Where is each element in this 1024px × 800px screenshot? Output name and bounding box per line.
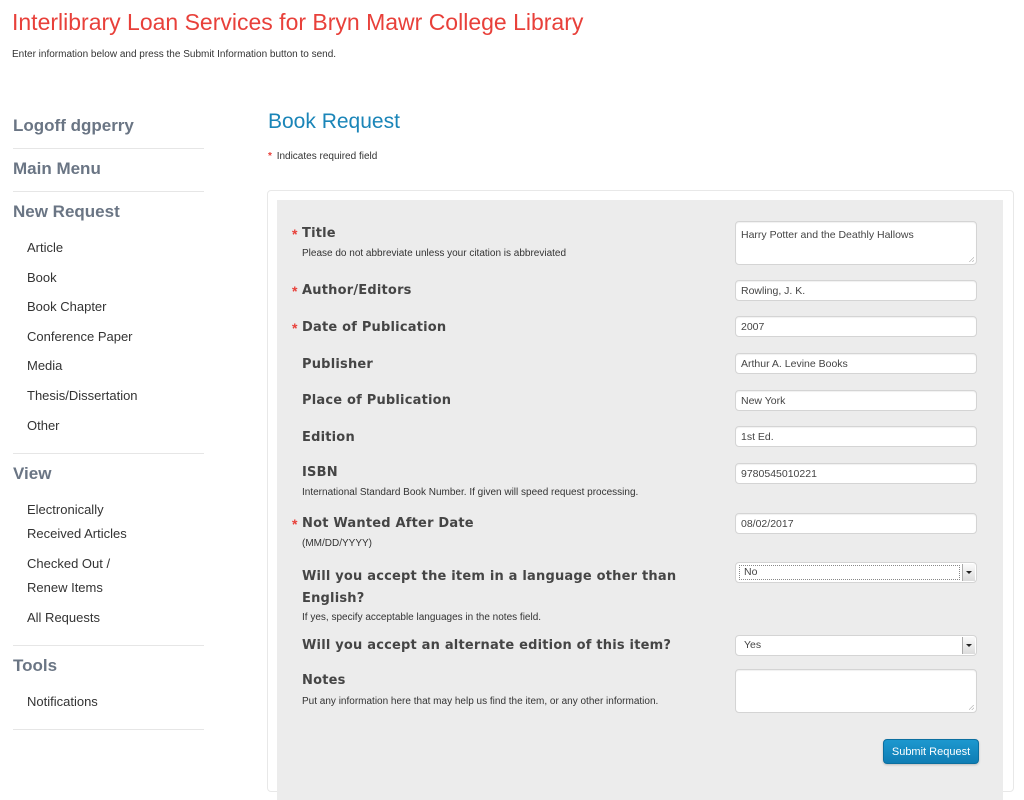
sidebar-item-label: Electronically <box>27 501 104 517</box>
sidebar-item-media[interactable]: Media <box>13 357 204 387</box>
required-star: * <box>292 226 298 242</box>
isbn-label: ISBN <box>302 465 338 480</box>
sidebar-item-notifications[interactable]: Notifications <box>13 693 204 729</box>
required-star: * <box>292 320 298 336</box>
author-label: * Author/Editors <box>292 283 412 299</box>
sidebar-item-conference-paper[interactable]: Conference Paper <box>13 328 204 358</box>
sidebar-item-label: Received Articles <box>27 525 127 541</box>
language-select[interactable]: No <box>735 562 977 583</box>
date-input[interactable]: 2007 <box>735 316 977 337</box>
chevron-down-icon[interactable] <box>962 564 975 581</box>
sidebar-item-label: Renew Items <box>27 579 103 595</box>
required-note-text: Indicates required field <box>276 151 378 162</box>
author-label-text: Author/Editors <box>302 283 412 298</box>
not-wanted-input[interactable]: 08/02/2017 <box>735 513 977 534</box>
date-label-text: Date of Publication <box>302 320 447 335</box>
language-select-value: No <box>739 565 960 580</box>
sidebar-item-article[interactable]: Article <box>13 239 204 269</box>
language-label: Will you accept the item in a language o… <box>302 566 676 610</box>
place-input[interactable]: New York <box>735 390 977 411</box>
language-help: If yes, specify acceptable languages in … <box>302 612 542 623</box>
date-label: * Date of Publication <box>292 320 447 336</box>
sidebar-item-electronically-received[interactable]: Electronically Received Articles <box>13 501 204 555</box>
notes-help: Put any information here that may help u… <box>302 696 659 707</box>
submit-request-button[interactable]: Submit Request <box>883 739 979 764</box>
edition-input[interactable]: 1st Ed. <box>735 426 977 447</box>
title-textarea[interactable]: Harry Potter and the Deathly Hallows <box>735 221 977 265</box>
isbn-help: International Standard Book Number. If g… <box>302 487 639 498</box>
title-label: * Title <box>292 226 336 242</box>
sidebar-item-book[interactable]: Book <box>13 269 204 299</box>
publisher-label: Publisher <box>302 357 374 372</box>
required-star: * <box>292 283 298 299</box>
notes-textarea[interactable] <box>735 669 977 713</box>
required-note: * Indicates required field <box>268 151 377 162</box>
sidebar-item-checked-out[interactable]: Checked Out / Renew Items <box>13 555 204 609</box>
required-star: * <box>292 516 298 532</box>
logoff-link[interactable]: Logoff dgperry <box>13 110 204 148</box>
isbn-input[interactable]: 9780545010221 <box>735 463 977 484</box>
language-label-line1: Will you accept the item in a language o… <box>302 569 677 584</box>
sidebar-divider <box>13 728 204 730</box>
resize-grip-icon[interactable] <box>969 705 974 710</box>
publisher-input[interactable]: Arthur A. Levine Books <box>735 353 977 374</box>
resize-grip-icon[interactable] <box>969 257 974 262</box>
title-label-text: Title <box>302 226 336 241</box>
not-wanted-help: (MM/DD/YYYY) <box>302 538 372 549</box>
sidebar-item-label: Checked Out / <box>27 555 111 571</box>
site-subtitle: Enter information below and press the Su… <box>12 49 337 60</box>
alternate-select[interactable]: Yes <box>735 635 977 656</box>
notes-label: Notes <box>302 673 346 688</box>
alternate-label: Will you accept an alternate edition of … <box>302 638 672 653</box>
author-input[interactable]: Rowling, J. K. <box>735 280 977 301</box>
place-label: Place of Publication <box>302 393 452 408</box>
sidebar: Logoff dgperry Main Menu New Request Art… <box>13 110 204 730</box>
sidebar-item-other[interactable]: Other <box>13 417 204 453</box>
language-label-line2: English? <box>302 591 365 606</box>
title-help: Please do not abbreviate unless your cit… <box>302 248 567 259</box>
alternate-select-value: Yes <box>744 639 762 651</box>
page-title: Book Request <box>268 110 400 133</box>
not-wanted-label: * Not Wanted After Date <box>292 516 474 532</box>
main-menu-link[interactable]: Main Menu <box>13 149 204 191</box>
edition-label: Edition <box>302 430 355 445</box>
title-value: Harry Potter and the Deathly Hallows <box>741 229 914 241</box>
required-star: * <box>268 151 272 162</box>
chevron-down-icon[interactable] <box>962 637 975 654</box>
sidebar-item-thesis[interactable]: Thesis/Dissertation <box>13 387 204 417</box>
sidebar-item-book-chapter[interactable]: Book Chapter <box>13 298 204 328</box>
view-heading: View <box>13 463 52 483</box>
site-title: Interlibrary Loan Services for Bryn Mawr… <box>12 9 584 35</box>
tools-heading: Tools <box>13 655 58 675</box>
new-request-heading: New Request <box>13 202 120 221</box>
not-wanted-label-text: Not Wanted After Date <box>302 516 474 531</box>
sidebar-item-all-requests[interactable]: All Requests <box>13 609 204 645</box>
